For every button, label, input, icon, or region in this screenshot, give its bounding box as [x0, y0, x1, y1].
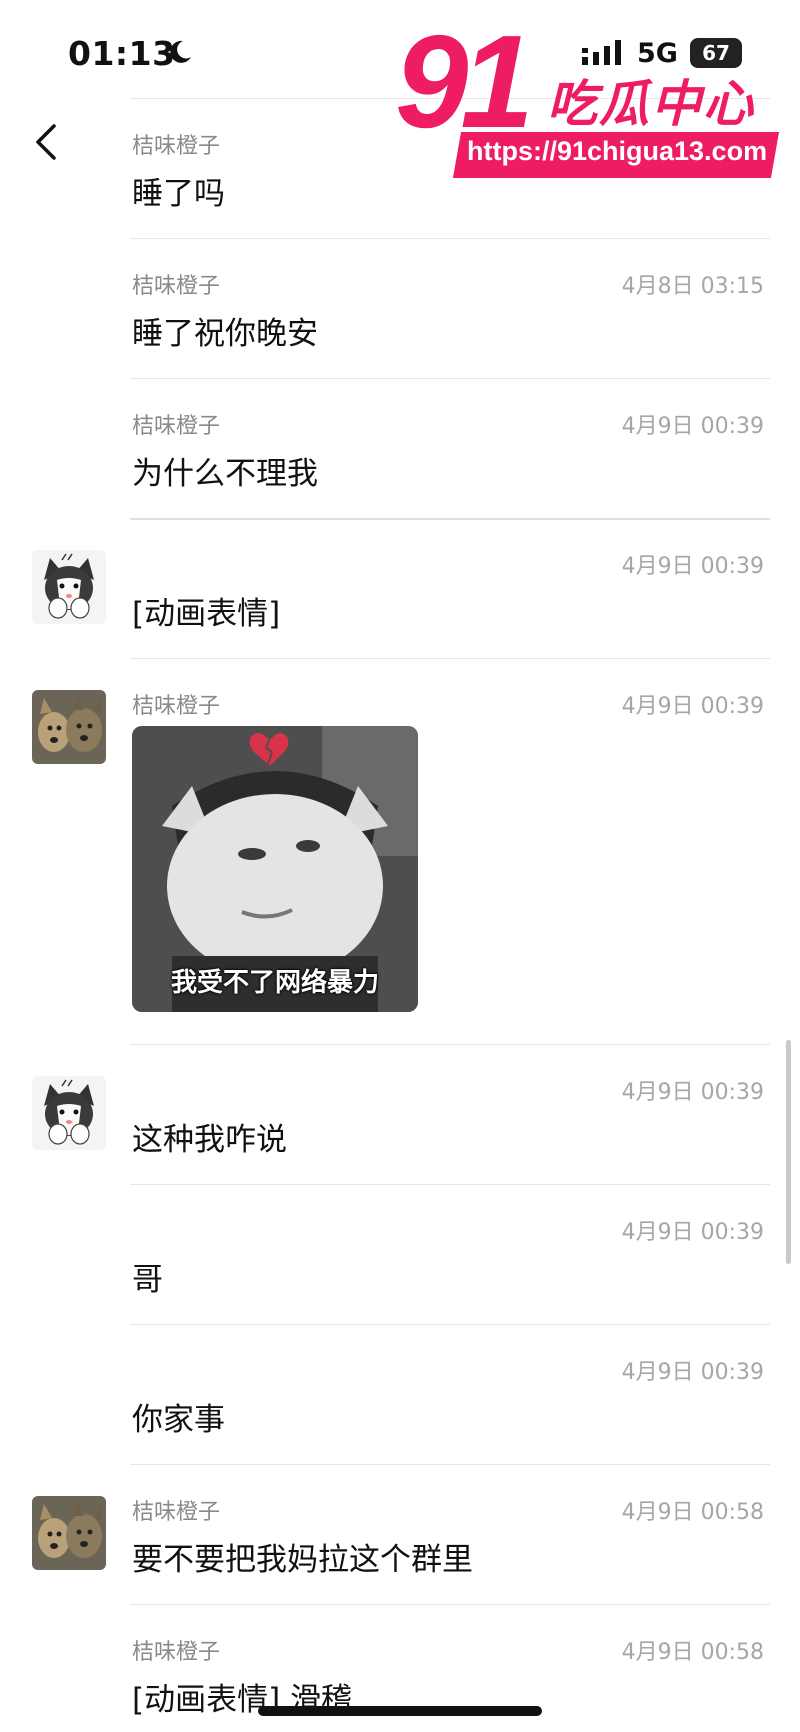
- message-time: 4月9日 00:58: [621, 1500, 764, 1525]
- divider: [130, 658, 770, 659]
- message-text: 要不要把我妈拉这个群里: [132, 1542, 473, 1578]
- divider: [130, 518, 770, 520]
- divider: [130, 1604, 770, 1605]
- message-time: 4月9日 00:39: [621, 1220, 764, 1245]
- divider: [130, 378, 770, 379]
- cat-avatar-image: [32, 1076, 106, 1150]
- home-indicator[interactable]: [258, 1706, 542, 1716]
- watermark-url: https://91chigua13.com: [467, 136, 768, 166]
- message-item[interactable]: 4月9日 00:39 你家事: [0, 1324, 800, 1464]
- message-item[interactable]: 桔味橙子 4月9日 00:58 要不要把我妈拉这个群里: [0, 1464, 800, 1604]
- cat-avatar[interactable]: [32, 1076, 106, 1150]
- message-time: 4月8日 03:15: [621, 274, 764, 299]
- message-text: [动画表情]: [132, 596, 281, 632]
- message-text: 这种我咋说: [132, 1122, 287, 1158]
- message-sender: 桔味橙子: [132, 694, 221, 719]
- message-item[interactable]: 桔味橙子 4月8日 03:15 睡了祝你晚安: [0, 238, 800, 378]
- message-text: 哥: [132, 1262, 163, 1298]
- message-item[interactable]: 桔味橙子 4月9日 00:39 我受不了网络暴力: [0, 658, 800, 1044]
- watermark-title: 吃瓜中心: [547, 75, 755, 133]
- message-time: 4月9日 00:58: [621, 1640, 764, 1665]
- divider: [130, 1184, 770, 1185]
- message-item[interactable]: 4月9日 00:39 [动画表情]: [0, 518, 800, 658]
- message-text: 为什么不理我: [132, 456, 318, 492]
- scrollbar[interactable]: [786, 1040, 791, 1264]
- message-sender: 桔味橙子: [132, 414, 221, 439]
- message-time: 4月9日 00:39: [621, 414, 764, 439]
- watermark-logo: 91 吃瓜中心 https://91chigua13.com: [395, 8, 790, 182]
- divider: [130, 238, 770, 239]
- message-list: 桔味橙子 睡了吗 桔味橙子 4月8日 03:15 睡了祝你晚安 桔味橙子 4月9…: [0, 0, 800, 1732]
- divider: [130, 1044, 770, 1045]
- message-sender: 桔味橙子: [132, 274, 221, 299]
- message-time: 4月9日 00:39: [621, 1080, 764, 1105]
- dog-avatar-image: [32, 690, 106, 764]
- message-text: 你家事: [132, 1402, 225, 1438]
- message-item[interactable]: 4月9日 00:39 哥: [0, 1184, 800, 1324]
- message-time: 4月9日 00:39: [621, 694, 764, 719]
- message-item[interactable]: 桔味橙子 4月9日 00:39 为什么不理我: [0, 378, 800, 518]
- message-time: 4月9日 00:39: [621, 554, 764, 579]
- sticker-caption: 我受不了网络暴力: [170, 968, 379, 998]
- dog-avatar[interactable]: [32, 1496, 106, 1570]
- sticker-image[interactable]: 我受不了网络暴力: [132, 726, 418, 1012]
- message-item[interactable]: 4月9日 00:39 这种我咋说: [0, 1044, 800, 1184]
- message-sender: 桔味橙子: [132, 1500, 221, 1525]
- cat-avatar[interactable]: [32, 550, 106, 624]
- message-sender: 桔味橙子: [132, 1640, 221, 1665]
- dog-avatar-image: [32, 1496, 106, 1570]
- divider: [130, 1324, 770, 1325]
- message-time: 4月9日 00:39: [621, 1360, 764, 1385]
- dog-avatar[interactable]: [32, 690, 106, 764]
- cat-avatar-image: [32, 550, 106, 624]
- divider: [130, 1464, 770, 1465]
- message-text: 睡了吗: [132, 176, 225, 212]
- message-text: 睡了祝你晚安: [132, 316, 318, 352]
- message-sender: 桔味橙子: [132, 134, 221, 159]
